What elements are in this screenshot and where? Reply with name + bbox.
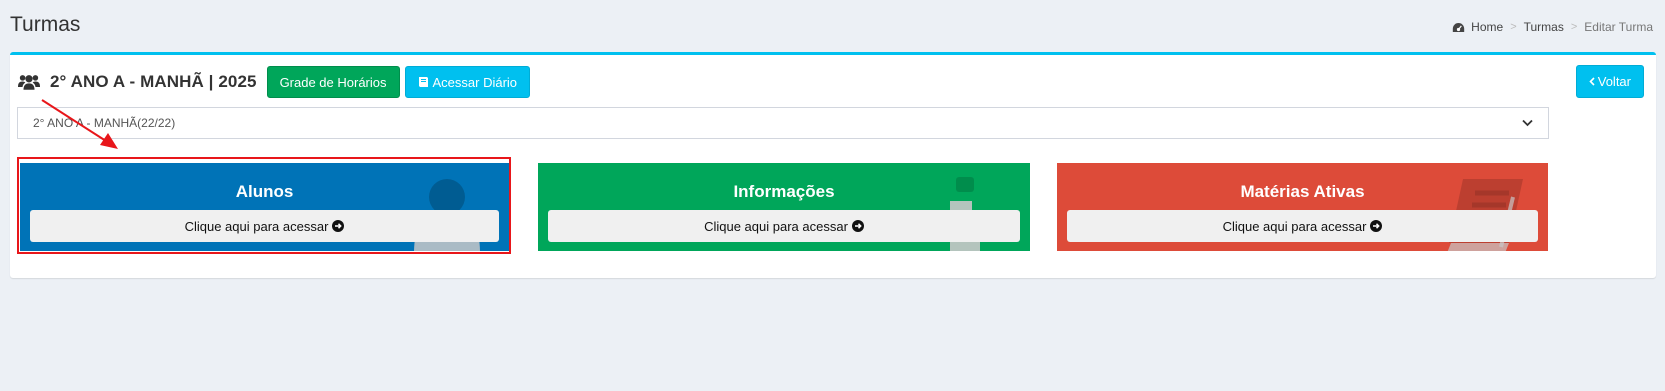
- dashboard-icon: [1452, 22, 1465, 32]
- breadcrumb-home[interactable]: Home: [1471, 20, 1503, 34]
- arrow-circle-right-icon: [1370, 220, 1383, 232]
- students-tile-title: Alunos: [235, 182, 294, 201]
- schedule-grid-button[interactable]: Grade de Horários: [266, 66, 400, 98]
- back-button[interactable]: Voltar: [1575, 65, 1644, 98]
- chevron-down-icon: [1522, 119, 1533, 127]
- breadcrumb-turmas[interactable]: Turmas: [1524, 20, 1564, 34]
- arrow-circle-right-icon: [851, 220, 864, 232]
- subjects-tile[interactable]: Matérias Ativas Clique aqui para acessar: [1057, 163, 1548, 251]
- class-box: 2° ANO A - MANHÃ | 2025 Grade de Horário…: [10, 52, 1656, 278]
- subjects-tile-title: Matérias Ativas: [1240, 182, 1365, 201]
- access-diary-label: Acessar Diário: [432, 74, 518, 90]
- page-title: Turmas: [10, 13, 81, 36]
- class-select[interactable]: 2° ANO A - MANHÃ(22/22): [17, 107, 1549, 139]
- class-select-value: 2° ANO A - MANHÃ(22/22): [33, 116, 176, 130]
- breadcrumb-separator: >: [1510, 21, 1517, 33]
- page-header: Turmas Home > Turmas > Editar Turma: [0, 0, 1665, 50]
- arrow-circle-right-icon: [332, 220, 345, 232]
- back-label: Voltar: [1597, 74, 1631, 89]
- breadcrumb: Home > Turmas > Editar Turma: [1452, 20, 1653, 34]
- breadcrumb-separator: >: [1570, 21, 1578, 33]
- students-access-button[interactable]: Clique aqui para acessar: [30, 210, 499, 242]
- chevron-left-icon: [1589, 77, 1595, 86]
- breadcrumb-current: Editar Turma: [1584, 20, 1653, 34]
- students-tile[interactable]: Alunos Clique aqui para acessar: [20, 163, 509, 251]
- subjects-access-button[interactable]: Clique aqui para acessar: [1067, 210, 1538, 242]
- info-tile[interactable]: Informações Clique aqui para acessar: [538, 163, 1030, 251]
- users-icon: [18, 75, 40, 90]
- class-title: 2° ANO A - MANHÃ | 2025: [50, 72, 257, 91]
- info-access-button[interactable]: Clique aqui para acessar: [548, 210, 1020, 242]
- book-icon: [418, 77, 428, 87]
- info-tile-title: Informações: [733, 182, 835, 201]
- students-access-label: Clique aqui para acessar: [184, 218, 329, 234]
- info-access-label: Clique aqui para acessar: [704, 218, 848, 234]
- subjects-access-label: Clique aqui para acessar: [1222, 218, 1367, 234]
- access-diary-button[interactable]: Acessar Diário: [404, 66, 531, 98]
- box-title: 2° ANO A - MANHÃ | 2025 Grade de Horário…: [18, 66, 531, 98]
